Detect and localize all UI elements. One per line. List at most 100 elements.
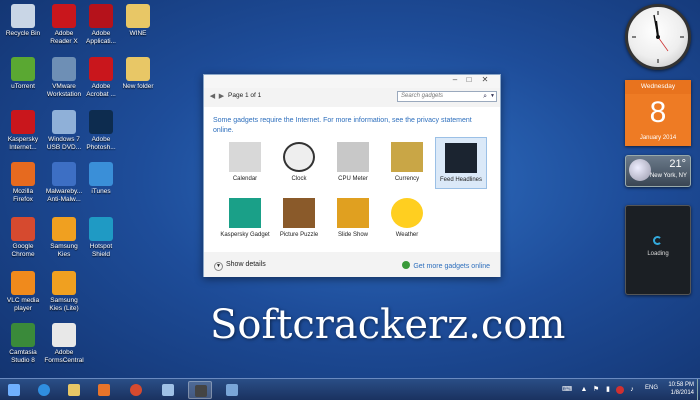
gadget-tile[interactable]: CPU Meter xyxy=(327,137,379,189)
chevron-up-icon[interactable]: ▲ xyxy=(580,386,588,394)
show-details-label: Show details xyxy=(226,261,266,268)
gadget-tile[interactable]: Slide Show xyxy=(327,193,379,245)
slide-show-icon xyxy=(337,198,369,228)
search-gadgets-input[interactable]: Search gadgets ⌕ ▼ xyxy=(397,91,497,102)
language-indicator[interactable]: ENG xyxy=(645,385,658,391)
gadget-tile[interactable]: Kaspersky Gadget xyxy=(219,193,271,245)
desktop-icon[interactable]: VLC media player xyxy=(3,271,43,312)
taskbar-media-player[interactable] xyxy=(92,381,116,399)
desktop-icon-label: Windows 7 USB DVD... xyxy=(46,136,82,151)
desktop-icon[interactable]: WINE xyxy=(118,4,158,38)
weather-temperature: 21° xyxy=(669,158,686,170)
desktop-icon[interactable]: Samsung Kies xyxy=(44,217,84,258)
weather-icon xyxy=(391,198,423,228)
taskbar-internet-explorer[interactable] xyxy=(32,381,56,399)
desktop-icon-label: New folder xyxy=(122,83,154,90)
taskbar-app-8[interactable] xyxy=(220,381,244,399)
currency-icon xyxy=(391,142,423,172)
kaspersky-icon xyxy=(11,110,35,134)
weather-gadget[interactable]: 21° New York, NY xyxy=(625,155,691,187)
desktop-icon[interactable]: Adobe Reader X xyxy=(44,4,84,45)
get-more-label: Get more gadgets online xyxy=(413,263,490,270)
folder-icon xyxy=(126,4,150,28)
gadget-label: Kaspersky Gadget xyxy=(220,232,270,238)
desktop-icon[interactable]: iTunes xyxy=(81,162,121,196)
samsung-kies-lite-icon xyxy=(52,271,76,295)
gadget-tile[interactable]: Clock xyxy=(273,137,325,189)
gadget-tile[interactable]: Weather xyxy=(381,193,433,245)
taskbar-gadgets-app[interactable] xyxy=(188,381,212,399)
desktop-icon[interactable]: Camtasia Studio 8 xyxy=(3,323,43,364)
previous-page-button[interactable]: ◀ xyxy=(208,92,217,101)
taskbar-file-explorer[interactable] xyxy=(62,381,86,399)
gadget-tile[interactable]: Picture Puzzle xyxy=(273,193,325,245)
media-player-icon xyxy=(98,384,110,396)
taskbar-app-6[interactable] xyxy=(156,381,180,399)
gadget-tile[interactable]: Feed Headlines xyxy=(435,137,487,189)
window-titlebar[interactable]: – □ ✕ xyxy=(204,75,500,88)
desktop-icon[interactable]: Malwareby... Anti-Malw... xyxy=(44,162,84,203)
desktop-icon-label: Hotspot Shield xyxy=(89,243,113,258)
gadget-tile[interactable]: Calendar xyxy=(219,137,271,189)
desktop-icon[interactable]: Adobe Applicati... xyxy=(81,4,121,45)
utorrent-icon xyxy=(11,57,35,81)
get-more-gadgets-link[interactable]: Get more gadgets online xyxy=(402,261,490,270)
close-button[interactable]: ✕ xyxy=(478,75,492,85)
volume-icon[interactable]: ♪ xyxy=(628,386,636,394)
internet-info-text[interactable]: Some gadgets require the Internet. For m… xyxy=(213,116,483,135)
clock-gadget[interactable] xyxy=(625,4,691,70)
next-page-button[interactable]: ▶ xyxy=(217,92,226,101)
windows-logo-icon xyxy=(8,384,20,396)
desktop-icon-label: Adobe Applicati... xyxy=(86,30,116,45)
antivirus-icon[interactable] xyxy=(616,386,624,394)
desktop-icon[interactable]: Kaspersky Internet... xyxy=(3,110,43,151)
maximize-button[interactable]: □ xyxy=(462,75,476,85)
feed-loading-text: Loading xyxy=(647,251,669,257)
taskbar-chrome[interactable] xyxy=(124,381,148,399)
clock-icon xyxy=(283,142,315,172)
chevron-down-icon[interactable]: ▼ xyxy=(490,92,495,101)
search-placeholder: Search gadgets xyxy=(401,93,444,99)
desktop-icon[interactable]: Adobe Acrobat ... xyxy=(81,57,121,98)
desktop-icon-label: Malwareby... Anti-Malw... xyxy=(45,188,83,203)
show-details-toggle[interactable]: ▼ Show details xyxy=(214,261,266,271)
desktop-icon-label: Adobe Reader X xyxy=(50,30,78,45)
moon-icon xyxy=(629,159,651,181)
desktop-icon[interactable]: Google Chrome xyxy=(3,217,43,258)
desktop-icon[interactable]: Samsung Kies (Lite) xyxy=(44,271,84,312)
keyboard-icon[interactable]: ⌨ xyxy=(560,386,574,394)
desktop-icon[interactable]: uTorrent xyxy=(3,57,43,91)
chevron-down-icon: ▼ xyxy=(214,262,223,271)
desktop: – □ ✕ ◀ ▶ Page 1 of 1 Search gadgets ⌕ ▼… xyxy=(0,0,700,378)
clock-area[interactable]: 10:58 PM 1/8/2014 xyxy=(668,381,694,397)
desktop-icon[interactable]: VMware Workstation xyxy=(44,57,84,98)
calendar-icon xyxy=(229,142,261,172)
minimize-button[interactable]: – xyxy=(448,75,462,85)
taskbar-start-button[interactable] xyxy=(2,381,26,399)
desktop-icon[interactable]: Windows 7 USB DVD... xyxy=(44,110,84,151)
hotspot-shield-icon xyxy=(89,217,113,241)
calendar-gadget[interactable]: Wednesday 8 January 2014 xyxy=(625,80,691,146)
search-icon[interactable]: ⌕ xyxy=(483,92,487,101)
taskbar-date: 1/8/2014 xyxy=(670,390,694,396)
desktop-icon-label: iTunes xyxy=(91,188,111,195)
gadget-tile[interactable]: Currency xyxy=(381,137,433,189)
usb-dvd-icon xyxy=(52,110,76,134)
desktop-icon-label: Google Chrome xyxy=(11,243,35,258)
loading-spinner-icon xyxy=(653,236,662,245)
flag-icon[interactable]: ⚑ xyxy=(592,386,600,394)
feed-headlines-gadget[interactable]: Loading xyxy=(625,205,691,295)
gadget-label: Slide Show xyxy=(337,232,369,238)
calendar-month-year: January 2014 xyxy=(625,132,691,146)
desktop-icon[interactable]: Mozilla Firefox xyxy=(3,162,43,203)
network-icon[interactable]: ▮ xyxy=(604,386,612,394)
desktop-icon[interactable]: Hotspot Shield xyxy=(81,217,121,258)
desktop-icon[interactable]: Adobe FormsCentral xyxy=(44,323,84,364)
desktop-icon-label: WINE xyxy=(129,30,147,37)
desktop-icon[interactable]: Recycle Bin xyxy=(3,4,43,38)
weather-city: New York, NY xyxy=(649,173,687,179)
gadget-gallery-content: Some gadgets require the Internet. For m… xyxy=(204,107,500,252)
desktop-icon[interactable]: New folder xyxy=(118,57,158,91)
desktop-icon[interactable]: Adobe Photosh... xyxy=(81,110,121,151)
adobe-reader-icon xyxy=(52,4,76,28)
